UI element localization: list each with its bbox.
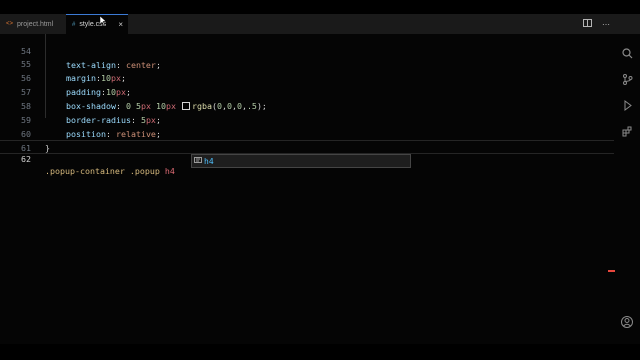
- autocomplete-suggestion[interactable]: h4: [191, 154, 411, 168]
- code-line-54[interactable]: 54 text-align: center;: [0, 30, 614, 70]
- letterbox-bottom: [0, 344, 640, 360]
- tab-label: project.html: [17, 20, 54, 28]
- code-text: .popup-container .popup h4: [45, 166, 175, 176]
- code-line-57[interactable]: 57 box-shadow: 0 5px 10px rgba(0,0,0,.5)…: [0, 71, 614, 111]
- extensions-icon[interactable]: [614, 126, 640, 140]
- code-line-60[interactable]: 60 }: [0, 113, 614, 153]
- code-line-61[interactable]: 61: [0, 127, 614, 153]
- snippet-icon: [194, 157, 202, 165]
- code-line-56[interactable]: 56 padding:10px;: [0, 57, 614, 97]
- code-line-59[interactable]: 59 position: relative;: [0, 99, 614, 139]
- search-icon[interactable]: [614, 48, 640, 62]
- line-number: 62: [21, 154, 31, 164]
- error-marker: [608, 270, 615, 272]
- run-debug-icon[interactable]: [614, 100, 640, 114]
- split-editor-icon[interactable]: [583, 19, 592, 29]
- letterbox-top: [0, 0, 640, 14]
- mouse-cursor-icon: [99, 15, 107, 28]
- code-line-62[interactable]: 62 .popup-container .popup h4: [0, 140, 614, 176]
- code-editor[interactable]: 54 text-align: center; 55 margin:10px; 5…: [0, 34, 614, 344]
- html-file-icon: <>: [6, 21, 14, 27]
- source-control-icon[interactable]: [614, 74, 640, 88]
- more-actions-icon[interactable]: ⋯: [602, 20, 610, 29]
- code-line-58[interactable]: 58 border-radius: 5px;: [0, 85, 614, 125]
- css-file-icon: #: [72, 21, 76, 28]
- account-icon[interactable]: [614, 316, 640, 331]
- activity-bar: [614, 34, 640, 344]
- suggestion-label: h4: [204, 156, 214, 166]
- code-line-55[interactable]: 55 margin:10px;: [0, 43, 614, 83]
- close-icon[interactable]: ×: [118, 20, 123, 29]
